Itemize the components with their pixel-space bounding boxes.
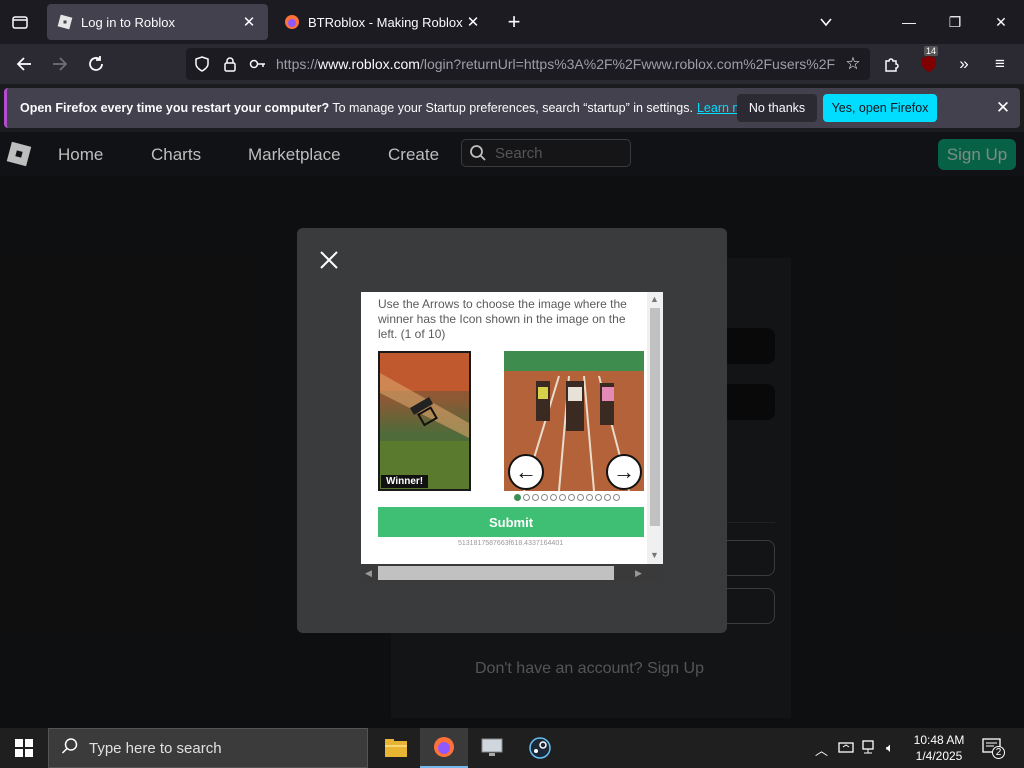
- sign-up-button[interactable]: Sign Up: [938, 139, 1016, 170]
- taskbar-search-input[interactable]: Type here to search: [48, 728, 368, 768]
- reload-icon[interactable]: [84, 52, 108, 76]
- pagination-dot[interactable]: [559, 494, 566, 501]
- close-notification-icon[interactable]: ✕: [991, 96, 1015, 120]
- scroll-left-icon[interactable]: ◀: [365, 568, 372, 579]
- lock-icon[interactable]: [218, 52, 242, 76]
- list-all-tabs-icon[interactable]: [8, 10, 32, 34]
- more-tools-chevron-icon[interactable]: »: [952, 52, 976, 76]
- winner-label: Winner!: [381, 475, 429, 488]
- file-explorer-icon[interactable]: [372, 728, 420, 768]
- scroll-down-icon[interactable]: ▼: [650, 550, 659, 560]
- horizontal-scroll-thumb[interactable]: [378, 566, 614, 580]
- captcha-instruction: Use the Arrows to choose the image where…: [378, 297, 627, 341]
- minimize-icon[interactable]: —: [886, 0, 932, 44]
- tab-btroblox[interactable]: BTRoblox - Making Roblox Bett ✕: [274, 4, 492, 40]
- extensions-puzzle-icon[interactable]: [880, 52, 904, 76]
- roblox-favicon-icon: [57, 14, 73, 30]
- pagination-dot[interactable]: [550, 494, 557, 501]
- session-id: 5131817587663f618.4337164401: [458, 540, 564, 547]
- nav-home[interactable]: Home: [58, 145, 103, 165]
- volume-icon[interactable]: 🔈︎: [886, 740, 894, 756]
- nav-charts[interactable]: Charts: [151, 145, 201, 165]
- pagination-dot[interactable]: [613, 494, 620, 501]
- pagination-dot[interactable]: [523, 494, 530, 501]
- clock-date: 1/4/2025: [915, 749, 963, 763]
- tracking-protection-shield-icon[interactable]: [190, 52, 214, 76]
- pagination-dot[interactable]: [604, 494, 611, 501]
- show-hidden-icons-chevron-icon[interactable]: ︿: [815, 740, 828, 759]
- notification-count: 2: [992, 746, 1005, 759]
- search-icon: [61, 737, 79, 760]
- candidate-image: ← →: [504, 351, 644, 491]
- taskbar-search-placeholder: Type here to search: [89, 739, 222, 757]
- back-icon[interactable]: [12, 52, 36, 76]
- pagination-dot[interactable]: [541, 494, 548, 501]
- no-thanks-button[interactable]: No thanks: [737, 94, 817, 122]
- restore-icon[interactable]: ❐: [932, 0, 978, 44]
- extension-badge: 14: [924, 46, 939, 56]
- ublock-origin-icon[interactable]: 14: [917, 46, 941, 76]
- system-clock[interactable]: 10:48 AM 1/4/2025: [904, 732, 974, 764]
- roblox-logo-icon[interactable]: [5, 140, 33, 173]
- tab-bar: Log in to Roblox ✕ BTRoblox - Making Rob…: [0, 0, 1024, 44]
- pagination-dot[interactable]: [514, 494, 521, 501]
- notifications-icon[interactable]: 2: [982, 738, 1005, 759]
- yes-open-firefox-button[interactable]: Yes, open Firefox: [823, 94, 937, 122]
- search-icon: [469, 144, 487, 167]
- scroll-up-icon[interactable]: ▲: [650, 294, 659, 304]
- navigation-toolbar: https://www.roblox.com/login?returnUrl=h…: [0, 44, 1024, 84]
- pagination-dot[interactable]: [532, 494, 539, 501]
- previous-arrow-button[interactable]: ←: [508, 454, 544, 490]
- windows-taskbar: Type here to search ︿ 🔈︎ 10:48 AM 1/4/20…: [0, 728, 1024, 768]
- new-tab-icon[interactable]: +: [502, 9, 526, 34]
- nav-marketplace[interactable]: Marketplace: [248, 145, 341, 165]
- bookmark-star-icon[interactable]: ☆: [841, 52, 865, 76]
- url-bar[interactable]: https://www.roblox.com/login?returnUrl=h…: [186, 48, 870, 80]
- pagination-dot[interactable]: [586, 494, 593, 501]
- tab-title: BTRoblox - Making Roblox Bett: [308, 14, 464, 30]
- remote-desktop-icon[interactable]: [468, 728, 516, 768]
- close-modal-icon[interactable]: [315, 246, 343, 274]
- notification-message: Open Firefox every time you restart your…: [20, 101, 761, 115]
- forward-icon[interactable]: [48, 52, 72, 76]
- tab-title: Log in to Roblox: [81, 14, 175, 30]
- scroll-right-icon[interactable]: ▶: [635, 568, 642, 579]
- steam-icon[interactable]: [516, 728, 564, 768]
- clock-time: 10:48 AM: [913, 733, 965, 747]
- captcha-frame: Use the Arrows to choose the image where…: [361, 292, 663, 582]
- vertical-scroll-thumb[interactable]: [650, 308, 660, 526]
- pagination-dot[interactable]: [577, 494, 584, 501]
- safely-remove-hardware-icon[interactable]: [838, 740, 854, 757]
- pagination-dot[interactable]: [595, 494, 602, 501]
- submit-button[interactable]: Submit: [378, 507, 644, 537]
- pagination-dot[interactable]: [568, 494, 575, 501]
- roblox-search-input[interactable]: Search: [461, 139, 631, 167]
- key-permissions-icon[interactable]: [246, 52, 270, 76]
- close-tab-icon[interactable]: ✕: [464, 13, 482, 31]
- chevron-down-icon[interactable]: [814, 10, 838, 34]
- startup-notification-bar: Open Firefox every time you restart your…: [4, 88, 1020, 128]
- url-text: https://www.roblox.com/login?returnUrl=h…: [276, 56, 836, 72]
- reference-image: Winner!: [378, 351, 471, 491]
- roblox-top-nav: Home Charts Marketplace Create Search Si…: [0, 132, 1024, 176]
- tab-log-in-to-roblox[interactable]: Log in to Roblox ✕: [47, 4, 268, 40]
- hamburger-menu-icon[interactable]: ≡: [988, 52, 1012, 76]
- nav-create[interactable]: Create: [388, 145, 439, 165]
- close-tab-icon[interactable]: ✕: [240, 13, 258, 31]
- network-icon[interactable]: [862, 740, 878, 757]
- windows-start-icon[interactable]: [0, 728, 48, 768]
- firefox-taskbar-icon[interactable]: [420, 728, 468, 768]
- search-placeholder: Search: [495, 145, 543, 162]
- firefox-favicon-icon: [284, 14, 300, 30]
- pagination-dots: [514, 494, 620, 502]
- close-window-icon[interactable]: ✕: [978, 0, 1024, 44]
- next-arrow-button[interactable]: →: [606, 454, 642, 490]
